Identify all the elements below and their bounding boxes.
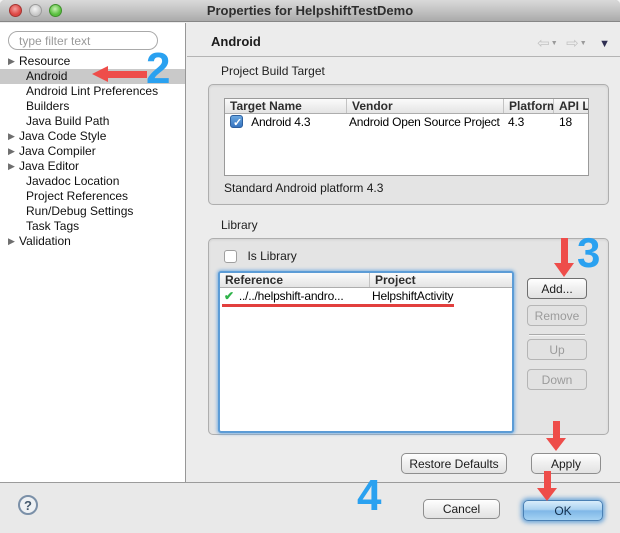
- is-library-row: Is Library: [224, 248, 297, 266]
- sidebar-item-java-compiler[interactable]: ▶ Java Compiler: [0, 144, 185, 159]
- annotation-arrow-ok: [537, 471, 557, 501]
- disclosure-triangle-icon[interactable]: ▶: [8, 144, 19, 159]
- filter-input[interactable]: [8, 31, 158, 50]
- column-reference[interactable]: Reference: [220, 273, 370, 287]
- build-target-table-header: Target Name Vendor Platform API Le: [225, 99, 588, 114]
- window-title: Properties for HelpshiftTestDemo: [206, 3, 414, 18]
- forward-arrow-icon[interactable]: ⇨: [566, 36, 579, 51]
- restore-defaults-button[interactable]: Restore Defaults: [401, 453, 507, 474]
- column-vendor[interactable]: Vendor: [347, 99, 504, 113]
- header-separator: [187, 56, 620, 57]
- sidebar-item-java-build-path[interactable]: Java Build Path: [0, 114, 185, 129]
- build-target-groupbox: Target Name Vendor Platform API Le Andro…: [208, 84, 609, 205]
- target-checkbox[interactable]: [230, 115, 243, 131]
- sidebar-item-validation[interactable]: ▶ Validation: [0, 234, 185, 249]
- sidebar-item-java-code-style[interactable]: ▶ Java Code Style: [0, 129, 185, 144]
- annotation-step4: 4: [357, 471, 382, 520]
- annotation-arrow-apply: [546, 421, 566, 451]
- sidebar-item-run-debug-settings[interactable]: Run/Debug Settings: [0, 204, 185, 219]
- ok-button[interactable]: OK: [523, 500, 603, 521]
- back-history-caret-icon[interactable]: ▼: [551, 40, 558, 47]
- is-library-label: Is Library: [247, 249, 297, 263]
- down-button[interactable]: Down: [527, 369, 587, 390]
- back-arrow-icon[interactable]: ⇦: [537, 36, 550, 51]
- column-platform[interactable]: Platform: [504, 99, 554, 113]
- up-button[interactable]: Up: [527, 339, 587, 360]
- title-bar: Properties for HelpshiftTestDemo: [0, 0, 620, 22]
- annotation-arrow-step2: [92, 66, 148, 82]
- disclosure-triangle-icon[interactable]: ▶: [8, 234, 19, 249]
- library-group-label: Library: [221, 218, 258, 232]
- column-api-level[interactable]: API Le: [554, 99, 588, 113]
- sidebar-item-java-editor[interactable]: ▶ Java Editor: [0, 159, 185, 174]
- view-menu-icon[interactable]: ▼: [599, 38, 610, 50]
- forward-history-caret-icon[interactable]: ▼: [580, 40, 587, 47]
- vendor-cell: Android Open Source Project: [349, 115, 500, 129]
- bottom-bar: ? Cancel OK: [0, 482, 620, 533]
- add-button[interactable]: Add...: [527, 278, 587, 299]
- annotation-step3: 3: [577, 229, 601, 276]
- check-icon: ✔: [224, 289, 234, 303]
- sidebar-item-project-references[interactable]: Project References: [0, 189, 185, 204]
- help-button[interactable]: ?: [18, 495, 38, 515]
- sidebar-item-javadoc-location[interactable]: Javadoc Location: [0, 174, 185, 189]
- header-nav: ⇦▼ ⇨▼ ▼: [537, 35, 610, 51]
- sidebar-item-builders[interactable]: Builders: [0, 99, 185, 114]
- column-target-name[interactable]: Target Name: [225, 99, 347, 113]
- table-row[interactable]: ✔ ../../helpshift-andro... HelpshiftActiv…: [220, 288, 512, 304]
- platform-cell: 4.3: [508, 115, 525, 129]
- library-groupbox: Is Library Reference Project ✔ ../../help…: [208, 238, 609, 435]
- build-target-status: Standard Android platform 4.3: [224, 181, 384, 195]
- annotation-arrow-step3: [554, 238, 574, 277]
- project-cell: HelpshiftActivity: [372, 289, 454, 303]
- build-target-table[interactable]: Target Name Vendor Platform API Le Andro…: [224, 98, 589, 176]
- column-project[interactable]: Project: [370, 273, 512, 287]
- api-level-cell: 18: [559, 115, 572, 129]
- library-table-header: Reference Project: [220, 273, 512, 288]
- annotation-step2: 2: [146, 44, 171, 93]
- table-row[interactable]: Android 4.3 Android Open Source Project …: [225, 114, 588, 131]
- sidebar-item-task-tags[interactable]: Task Tags: [0, 219, 185, 234]
- remove-button[interactable]: Remove: [527, 305, 587, 326]
- disclosure-triangle-icon[interactable]: ▶: [8, 129, 19, 144]
- library-table[interactable]: Reference Project ✔ ../../helpshift-andro…: [218, 271, 514, 433]
- build-target-group-label: Project Build Target: [221, 64, 325, 78]
- disclosure-triangle-icon[interactable]: ▶: [8, 54, 19, 69]
- reference-cell: ../../helpshift-andro...: [238, 289, 344, 303]
- annotation-underline: [222, 304, 454, 307]
- page-title: Android: [211, 34, 261, 49]
- properties-window: Properties for HelpshiftTestDemo ▶Resour…: [0, 0, 620, 533]
- disclosure-triangle-icon[interactable]: ▶: [8, 159, 19, 174]
- cancel-button[interactable]: Cancel: [423, 499, 500, 519]
- target-name-cell: Android 4.3: [251, 115, 311, 129]
- button-separator: [529, 334, 585, 335]
- is-library-checkbox[interactable]: [224, 250, 237, 263]
